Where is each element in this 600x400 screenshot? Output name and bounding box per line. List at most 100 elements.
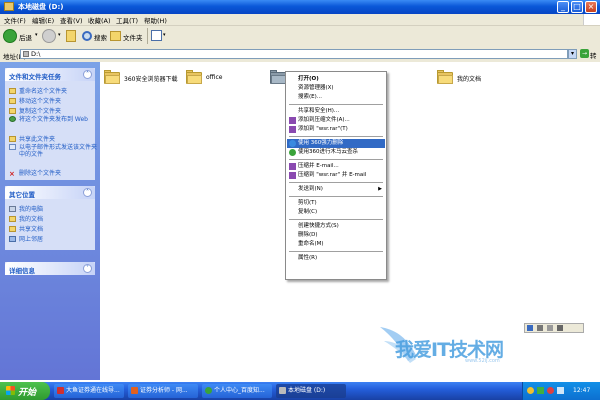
forward-arrow-icon[interactable]: [42, 29, 56, 43]
menu-separator: [289, 104, 383, 105]
folder-item[interactable]: [186, 70, 202, 84]
ctx-properties[interactable]: 属性(R): [287, 254, 385, 263]
title-bar[interactable]: 本地磁盘 (D:) _ □ ×: [0, 0, 600, 14]
task-move-folder[interactable]: 移动这个文件夹: [9, 96, 61, 105]
address-dropdown-icon[interactable]: ▾: [568, 49, 577, 59]
search-icon[interactable]: [82, 31, 92, 41]
winrar-icon: [289, 163, 296, 170]
folder-label[interactable]: office: [206, 74, 222, 81]
task-copy-folder[interactable]: 复制这个文件夹: [9, 106, 61, 115]
network-icon: [9, 236, 16, 242]
tray-icon[interactable]: [527, 387, 534, 394]
details-panel: 详细信息 ˅: [5, 262, 95, 275]
360-icon: [289, 140, 296, 147]
collapse-chevron-icon[interactable]: ˄: [83, 188, 92, 197]
folder-label[interactable]: 我的文档: [457, 74, 481, 83]
language-bar[interactable]: [524, 323, 584, 333]
views-icon[interactable]: [151, 30, 162, 41]
taskbar-item[interactable]: 大鱼证券通在线导...: [54, 384, 124, 398]
menu-file[interactable]: 文件(F): [4, 15, 26, 25]
windows-flag-icon: [6, 386, 15, 395]
task-rename-folder[interactable]: 重命名这个文件夹: [9, 86, 67, 95]
ctx-copy[interactable]: 复制(C): [287, 208, 385, 217]
task-share-folder[interactable]: 共享此文件夹: [9, 134, 55, 143]
other-places-title: 其它位置: [9, 191, 35, 199]
taskbar: 开始 大鱼证券通在线导... 证券分析师 - 网... 个人中心_百度知... …: [0, 382, 600, 400]
menu-favorites[interactable]: 收藏(A): [88, 15, 111, 25]
ime-keyboard-icon[interactable]: [557, 325, 563, 331]
ctx-delete[interactable]: 删除(D): [287, 231, 385, 240]
windows-logo-icon: [583, 14, 600, 25]
views-dropdown-icon[interactable]: ▾: [163, 32, 166, 38]
ctx-create-shortcut[interactable]: 创建快捷方式(S): [287, 222, 385, 231]
ctx-compress-email[interactable]: 压缩并 E-mail...: [287, 162, 385, 171]
folder-item[interactable]: [104, 70, 120, 84]
drive-small-icon: [23, 51, 29, 57]
folder-icon: [187, 75, 202, 84]
ctx-sharing-security[interactable]: 共享和安全(H)...: [287, 107, 385, 116]
volume-icon[interactable]: [557, 387, 564, 394]
menu-tools[interactable]: 工具(T): [116, 15, 138, 25]
other-places-panel: 其它位置 ˄ 我的电脑 我的文档 共享文档 网上邻居: [5, 186, 95, 250]
collapse-chevron-icon[interactable]: ˄: [83, 70, 92, 79]
share-icon: [9, 136, 16, 142]
delete-x-icon: ×: [9, 170, 15, 178]
forward-dropdown-icon[interactable]: ▾: [58, 32, 61, 38]
expand-chevron-icon[interactable]: ˅: [83, 264, 92, 273]
tray-icon[interactable]: [547, 387, 554, 394]
address-input[interactable]: D:\: [20, 49, 568, 59]
go-button[interactable]: → 转到: [580, 49, 600, 70]
winrar-icon: [289, 126, 296, 133]
place-network[interactable]: 网上邻居: [9, 234, 43, 243]
search-button-label[interactable]: 搜索: [94, 32, 107, 42]
folder-item[interactable]: [437, 70, 453, 84]
place-shared-documents[interactable]: 共享文档: [9, 224, 43, 233]
ctx-open[interactable]: 打开(O): [287, 75, 385, 84]
taskbar-item[interactable]: 证券分析师 - 网...: [128, 384, 198, 398]
ctx-send-to[interactable]: 发送到(N) ▶: [287, 185, 385, 194]
back-arrow-icon[interactable]: [3, 29, 17, 43]
place-my-documents[interactable]: 我的文档: [9, 214, 43, 223]
ime-punct-icon[interactable]: [547, 325, 553, 331]
back-dropdown-icon[interactable]: ▾: [35, 32, 38, 38]
task-delete-folder[interactable]: × 删除这个文件夹: [9, 168, 61, 178]
file-tasks-header[interactable]: 文件和文件夹任务 ˄: [5, 68, 95, 81]
ctx-compress-rar-email[interactable]: 压缩到 "wsr.rar" 并 E-mail: [287, 171, 385, 180]
ime-icon[interactable]: [527, 325, 533, 331]
taskbar-item[interactable]: 个人中心_百度知...: [202, 384, 272, 398]
menu-edit[interactable]: 编辑(E): [32, 15, 54, 25]
up-folder-icon[interactable]: [66, 30, 76, 42]
details-header[interactable]: 详细信息 ˅: [5, 262, 95, 275]
ctx-360-force-delete[interactable]: 使用 360强力删除: [287, 139, 385, 148]
minimize-button[interactable]: _: [557, 1, 569, 13]
web-publish-icon: [9, 116, 16, 122]
folders-button-label[interactable]: 文件夹: [123, 32, 143, 42]
place-my-computer[interactable]: 我的电脑: [9, 204, 43, 213]
tray-icon[interactable]: [537, 387, 544, 394]
ctx-add-to-archive[interactable]: 添加到压缩文件(A)...: [287, 116, 385, 125]
task-pane: 文件和文件夹任务 ˄ 重命名这个文件夹 移动这个文件夹 复制这个文件夹 将这个文…: [0, 62, 100, 380]
selected-folder-item[interactable]: [270, 70, 286, 84]
ctx-explore[interactable]: 资源管理器(X): [287, 84, 385, 93]
ctx-rename[interactable]: 重命名(M): [287, 240, 385, 249]
start-button[interactable]: 开始: [0, 382, 50, 400]
menu-help[interactable]: 帮助(H): [144, 15, 167, 25]
maximize-button[interactable]: □: [571, 1, 583, 13]
ctx-cut[interactable]: 剪切(T): [287, 199, 385, 208]
back-button-label[interactable]: 后退: [19, 32, 32, 42]
ime-option-icon[interactable]: [537, 325, 543, 331]
taskbar-item-active[interactable]: 本地磁盘 (D:): [276, 384, 346, 398]
winrar-icon: [289, 117, 296, 124]
clock[interactable]: 12:47: [573, 387, 590, 394]
folder-label[interactable]: 360安全浏览器下载: [124, 74, 177, 83]
ctx-search[interactable]: 搜索(E)...: [287, 93, 385, 102]
window-title: 本地磁盘 (D:): [18, 3, 64, 11]
other-places-header[interactable]: 其它位置 ˄: [5, 186, 95, 199]
task-publish-web[interactable]: 将这个文件夹发布到 Web: [9, 116, 99, 123]
menu-view[interactable]: 查看(V): [60, 15, 83, 25]
close-button[interactable]: ×: [585, 1, 597, 13]
folders-icon[interactable]: [110, 31, 121, 41]
ctx-add-to-rar[interactable]: 添加到 "wsr.rar"(T): [287, 125, 385, 134]
ctx-360-trojan-scan[interactable]: 使用360进行木马云查杀: [287, 148, 385, 157]
task-email-folder[interactable]: 以电子邮件形式发送该文件夹中的文件: [9, 144, 99, 158]
